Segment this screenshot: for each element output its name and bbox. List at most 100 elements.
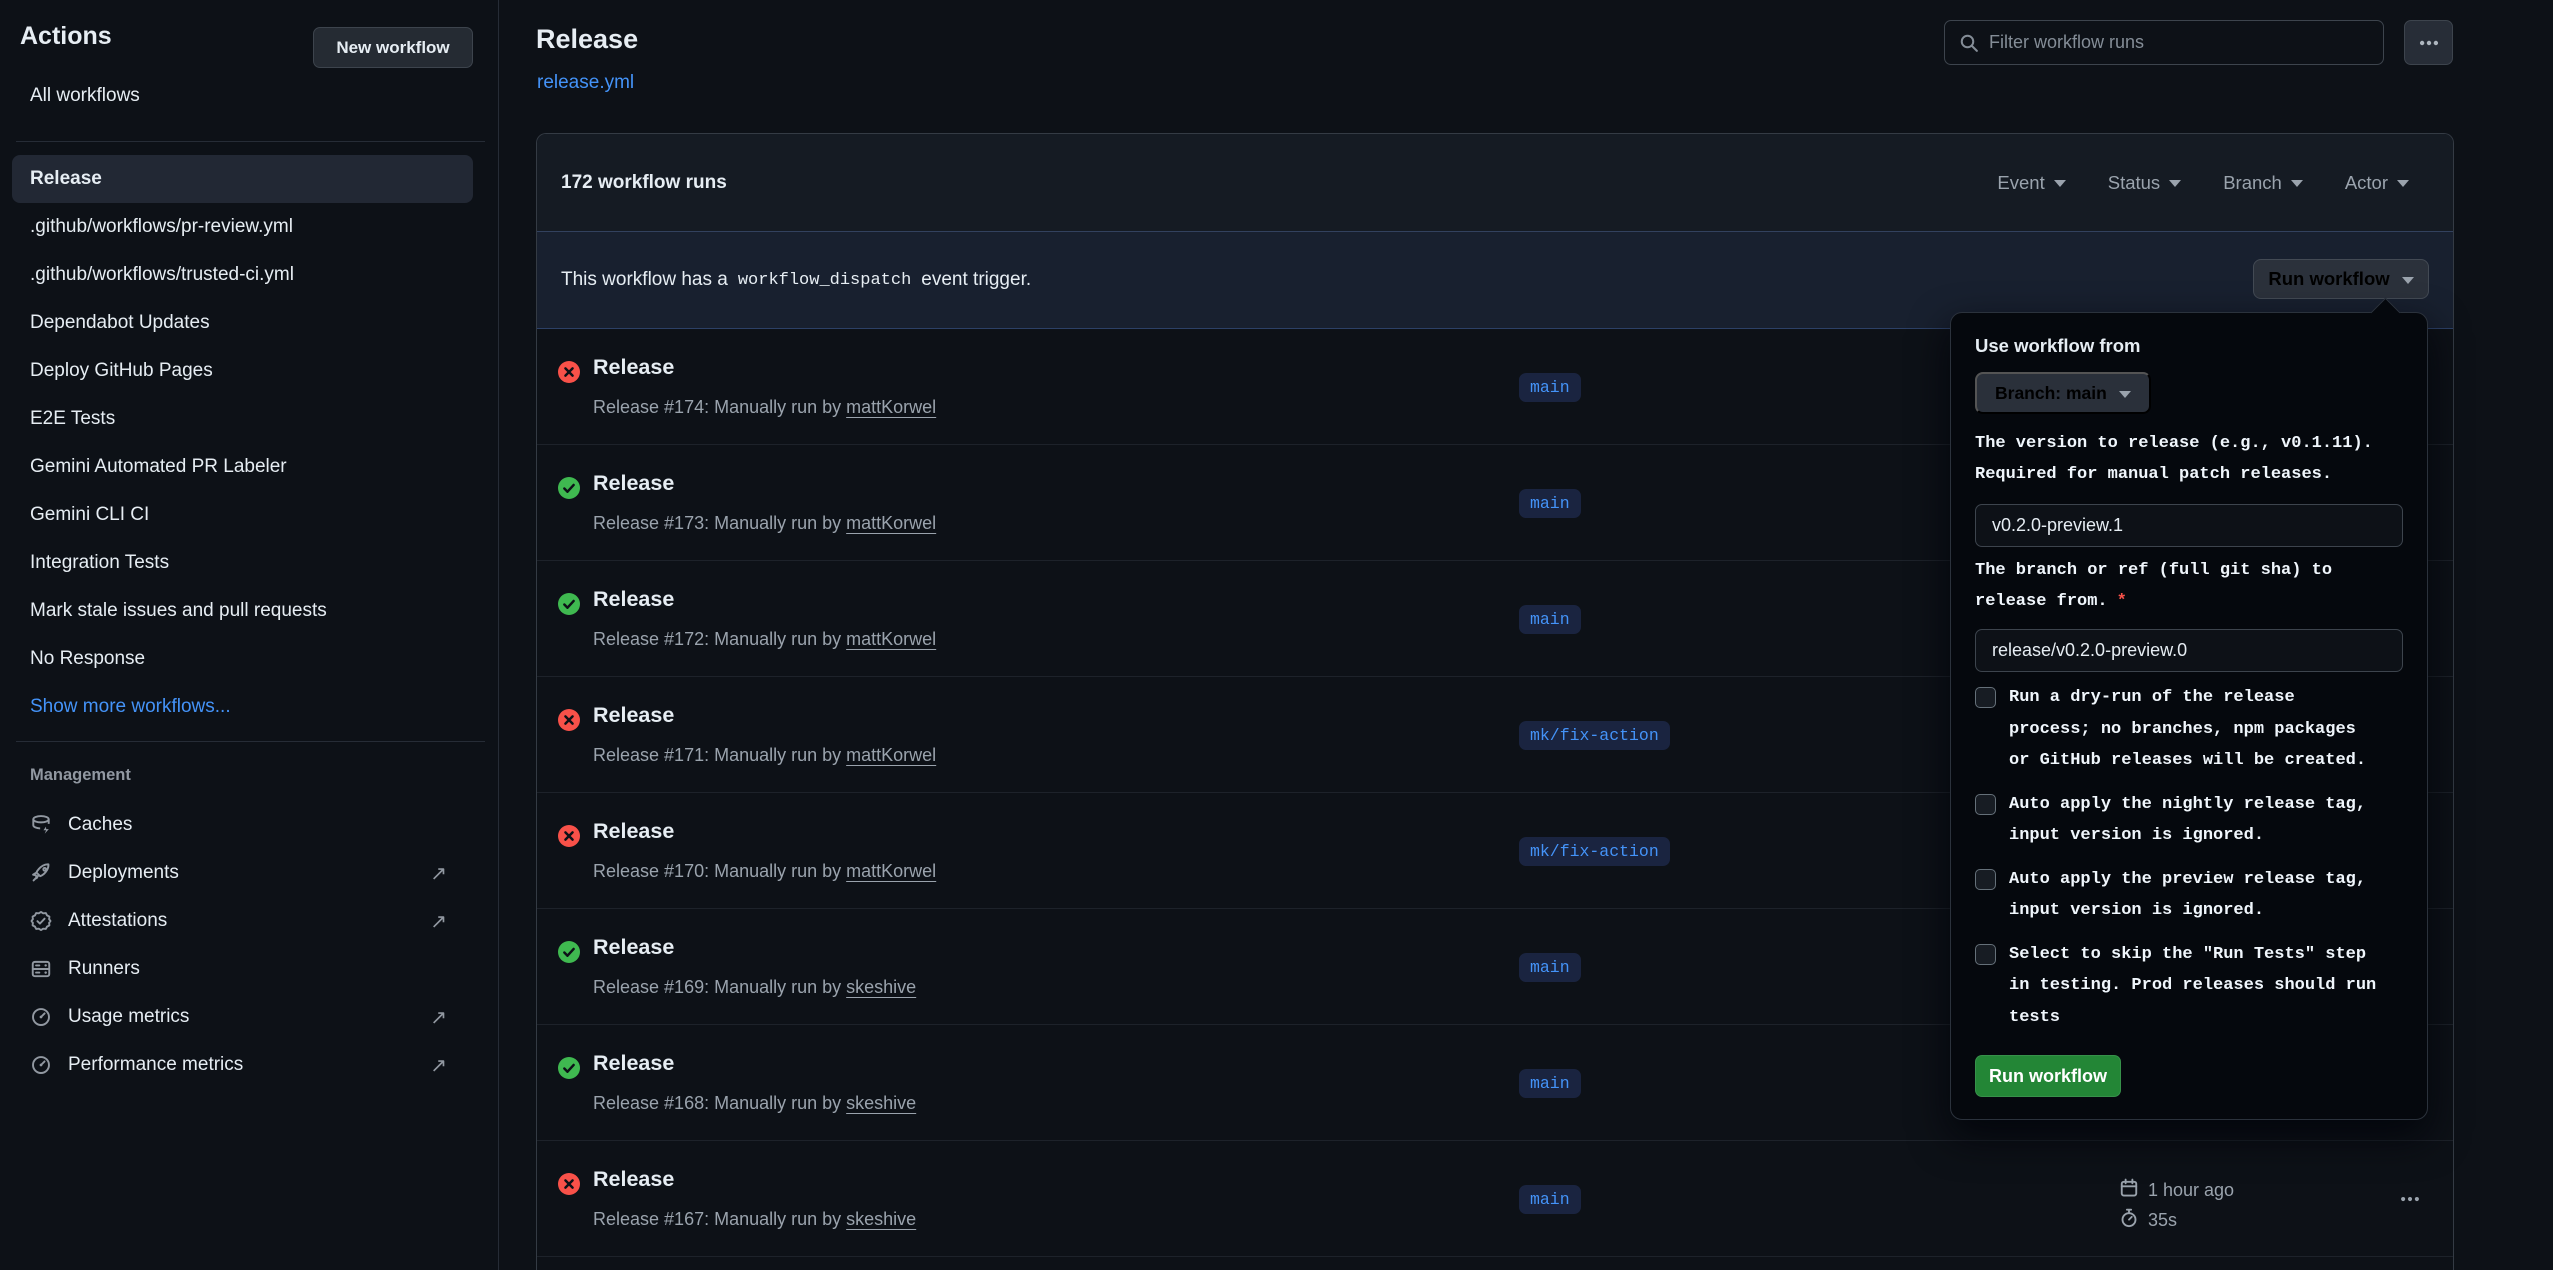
run-title-link[interactable]: Release [593, 819, 674, 844]
checkbox-label: Run a dry-run of the release process; no… [2009, 682, 2366, 777]
sidebar-item-workflow[interactable]: Dependabot Updates [12, 299, 473, 347]
checkbox[interactable] [1975, 869, 1996, 890]
sidebar-item-performance-metrics[interactable]: Performance metrics↗ [12, 1041, 473, 1089]
checkbox[interactable] [1975, 944, 1996, 965]
sidebar-item-label: Caches [68, 814, 132, 836]
actor-link[interactable]: skeshive [846, 977, 916, 997]
external-link-icon: ↗ [430, 861, 447, 886]
ref-input[interactable] [1975, 629, 2403, 672]
failure-icon [558, 361, 580, 383]
sidebar-item-label: Usage metrics [68, 1006, 189, 1028]
sidebar-divider [16, 741, 485, 742]
run-workflow-dialog: Use workflow from Branch: main The versi… [1950, 312, 2428, 1120]
actor-link[interactable]: mattKorwel [846, 397, 936, 417]
sidebar-item-all-workflows[interactable]: All workflows [12, 76, 473, 116]
run-title-link[interactable]: Release [593, 935, 674, 960]
workflow-run-row[interactable]: ReleaseRelease #167: Manually run by ske… [537, 1141, 2453, 1257]
sidebar-item-workflow[interactable]: .github/workflows/trusted-ci.yml [12, 251, 473, 299]
sidebar-item-usage-metrics[interactable]: Usage metrics↗ [12, 993, 473, 1041]
sidebar-item-workflow[interactable]: Deploy GitHub Pages [12, 347, 473, 395]
branch-label[interactable]: main [1519, 1069, 1581, 1098]
branch-label[interactable]: mk/fix-action [1519, 721, 1670, 750]
external-link-icon: ↗ [430, 909, 447, 934]
sidebar-item-deployments[interactable]: Deployments ↗ [12, 849, 473, 897]
sidebar-show-more-link[interactable]: Show more workflows... [12, 683, 473, 731]
filter-dropdown-branch[interactable]: Branch [2223, 172, 2303, 194]
sidebar-item-runners[interactable]: Runners [12, 945, 473, 993]
run-options-kebab-button[interactable] [2385, 1183, 2435, 1215]
filter-workflow-runs-input[interactable] [1989, 32, 2369, 53]
actor-link[interactable]: skeshive [846, 1209, 916, 1229]
actor-link[interactable]: mattKorwel [846, 629, 936, 649]
meter-icon [30, 1006, 52, 1028]
run-title-link[interactable]: Release [593, 355, 674, 380]
sidebar-item-label: Mark stale issues and pull requests [30, 600, 327, 622]
chevron-down-icon [2169, 180, 2181, 187]
sidebar-item-workflow[interactable]: Mark stale issues and pull requests [12, 587, 473, 635]
branch-label[interactable]: main [1519, 953, 1581, 982]
checkbox[interactable] [1975, 687, 1996, 708]
run-title-link[interactable]: Release [593, 1051, 674, 1076]
sidebar-item-workflow[interactable]: No Response [12, 635, 473, 683]
verified-icon [30, 910, 52, 932]
sidebar-item-workflow[interactable]: Gemini CLI CI [12, 491, 473, 539]
sidebar-item-label: E2E Tests [30, 408, 115, 430]
new-workflow-button[interactable]: New workflow [313, 27, 473, 68]
branch-selector-label: Branch: main [1995, 383, 2107, 404]
run-title-link[interactable]: Release [593, 471, 674, 496]
actor-link[interactable]: mattKorwel [846, 861, 936, 881]
branch-label[interactable]: main [1519, 605, 1581, 634]
chevron-down-icon [2119, 391, 2131, 398]
branch-label[interactable]: main [1519, 489, 1581, 518]
calendar-icon [2119, 1178, 2139, 1203]
workflow-file-link[interactable]: release.yml [537, 72, 634, 94]
checkbox[interactable] [1975, 794, 1996, 815]
sidebar-item-caches[interactable]: Caches [12, 801, 473, 849]
actor-link[interactable]: skeshive [846, 1093, 916, 1113]
sidebar-item-workflow[interactable]: Gemini Automated PR Labeler [12, 443, 473, 491]
version-input[interactable] [1975, 504, 2403, 547]
sidebar-item-label: Deploy GitHub Pages [30, 360, 213, 382]
page-title: Release [536, 24, 638, 55]
branch-label[interactable]: mk/fix-action [1519, 837, 1670, 866]
run-workflow-dropdown-button[interactable]: Run workflow [2253, 259, 2429, 299]
sidebar-item-workflow[interactable]: Integration Tests [12, 539, 473, 587]
actor-link[interactable]: mattKorwel [846, 513, 936, 533]
success-icon [558, 1057, 580, 1079]
run-title-link[interactable]: Release [593, 1167, 674, 1192]
failure-icon [558, 825, 580, 847]
run-description: Release #172: Manually run by mattKorwel [593, 629, 936, 650]
workflow-options-kebab-button[interactable] [2404, 20, 2453, 65]
chevron-down-icon [2054, 180, 2066, 187]
required-asterisk: * [2117, 592, 2127, 611]
sidebar-item-label: Deployments [68, 862, 179, 884]
sidebar-item-label: Attestations [68, 910, 167, 932]
sidebar-item-attestations[interactable]: Attestations ↗ [12, 897, 473, 945]
run-description: Release #171: Manually run by mattKorwel [593, 745, 936, 766]
run-workflow-dropdown-label: Run workflow [2268, 268, 2389, 290]
sidebar-item-workflow[interactable]: .github/workflows/pr-review.yml [12, 203, 473, 251]
filter-dropdown-actor[interactable]: Actor [2345, 172, 2409, 194]
filter-dropdown-status[interactable]: Status [2108, 172, 2181, 194]
run-title-link[interactable]: Release [593, 703, 674, 728]
ref-label-text: The branch or ref (full git sha) to rele… [1975, 561, 2332, 611]
run-workflow-submit-button[interactable]: Run workflow [1975, 1055, 2121, 1097]
branch-label[interactable]: main [1519, 373, 1581, 402]
actor-link[interactable]: mattKorwel [846, 745, 936, 765]
branch-selector-button[interactable]: Branch: main [1975, 372, 2151, 414]
success-icon [558, 941, 580, 963]
management-list: CachesDeployments↗Attestations↗RunnersUs… [12, 801, 473, 1089]
cache-icon [30, 814, 52, 836]
sidebar-item-workflow[interactable]: Release [12, 155, 473, 203]
run-description: Release #173: Manually run by mattKorwel [593, 513, 936, 534]
checkbox-label: Auto apply the nightly release tag, inpu… [2009, 789, 2366, 852]
filter-dropdown-event[interactable]: Event [1997, 172, 2065, 194]
chevron-down-icon [2397, 180, 2409, 187]
success-icon [558, 477, 580, 499]
checkbox-label: Auto apply the preview release tag, inpu… [2009, 864, 2366, 927]
run-title-link[interactable]: Release [593, 587, 674, 612]
sidebar-item-label: Performance metrics [68, 1054, 243, 1076]
filter-label: Status [2108, 172, 2160, 194]
sidebar-item-workflow[interactable]: E2E Tests [12, 395, 473, 443]
branch-label[interactable]: main [1519, 1185, 1581, 1214]
